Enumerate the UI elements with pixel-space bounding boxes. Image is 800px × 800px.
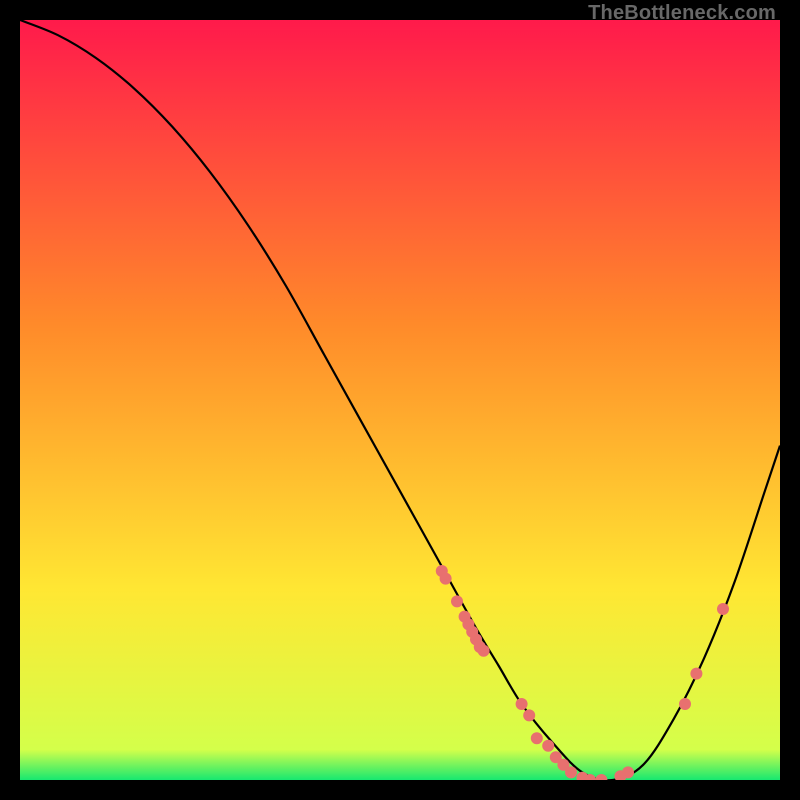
data-point <box>565 766 577 778</box>
data-point <box>542 740 554 752</box>
data-point <box>531 732 543 744</box>
data-point <box>440 573 452 585</box>
gradient-background <box>20 20 780 780</box>
watermark-text: TheBottleneck.com <box>588 2 776 25</box>
data-point <box>516 698 528 710</box>
chart-svg <box>20 20 780 780</box>
data-point <box>523 709 535 721</box>
data-point <box>679 698 691 710</box>
data-point <box>478 645 490 657</box>
chart-frame <box>20 20 780 780</box>
data-point <box>622 766 634 778</box>
data-point <box>690 668 702 680</box>
data-point <box>717 603 729 615</box>
data-point <box>451 595 463 607</box>
